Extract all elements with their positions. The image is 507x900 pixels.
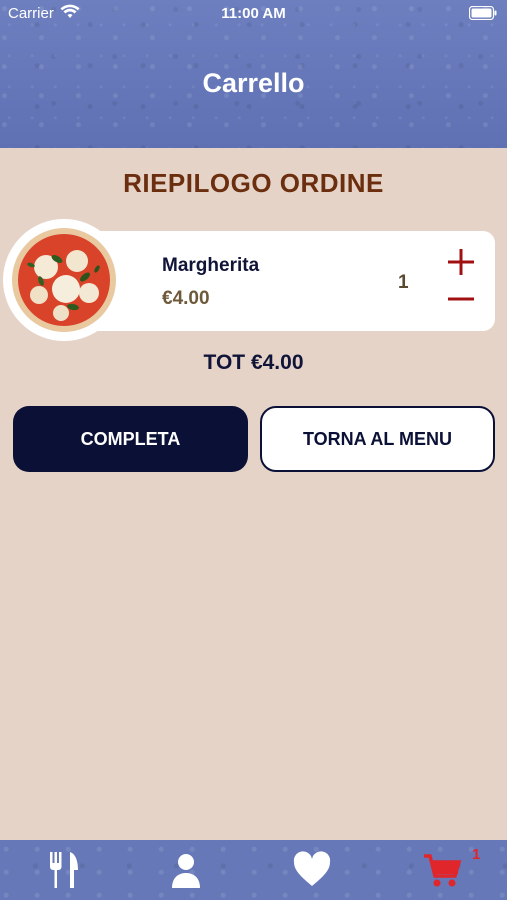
- cart-item-price: €4.00: [162, 288, 210, 309]
- increase-quantity-button[interactable]: [448, 249, 474, 275]
- heart-icon[interactable]: [292, 850, 332, 890]
- cart-badge: 1: [472, 846, 481, 863]
- order-total: TOT €4.00: [203, 351, 304, 374]
- status-bar: Carrier 11:00 AM: [0, 0, 507, 28]
- cart-icon[interactable]: [423, 850, 463, 890]
- product-image-frame: [3, 219, 125, 341]
- order-summary-title: RIEPILOGO ORDINE: [123, 168, 384, 198]
- status-time: 11:00 AM: [221, 5, 286, 22]
- user-icon[interactable]: [166, 850, 206, 890]
- page-title: Carrello: [202, 68, 305, 98]
- cart-item-name: Margherita: [162, 255, 260, 276]
- cart-screen: Carrier 11:00 AM Carrello RIEPILOGO ORDI…: [0, 0, 507, 900]
- fork-knife-icon[interactable]: [44, 850, 84, 890]
- header-bar: Carrier 11:00 AM Carrello: [0, 0, 507, 148]
- back-to-menu-button[interactable]: TORNA AL MENU: [260, 406, 495, 472]
- complete-order-button[interactable]: COMPLETA: [13, 406, 248, 472]
- tab-bar: [0, 840, 507, 900]
- battery-icon: [469, 6, 497, 20]
- decrease-quantity-button[interactable]: [448, 290, 474, 308]
- cart-item-quantity: 1: [398, 272, 409, 293]
- cart-item-card: [60, 231, 495, 331]
- pizza-image: [12, 228, 116, 332]
